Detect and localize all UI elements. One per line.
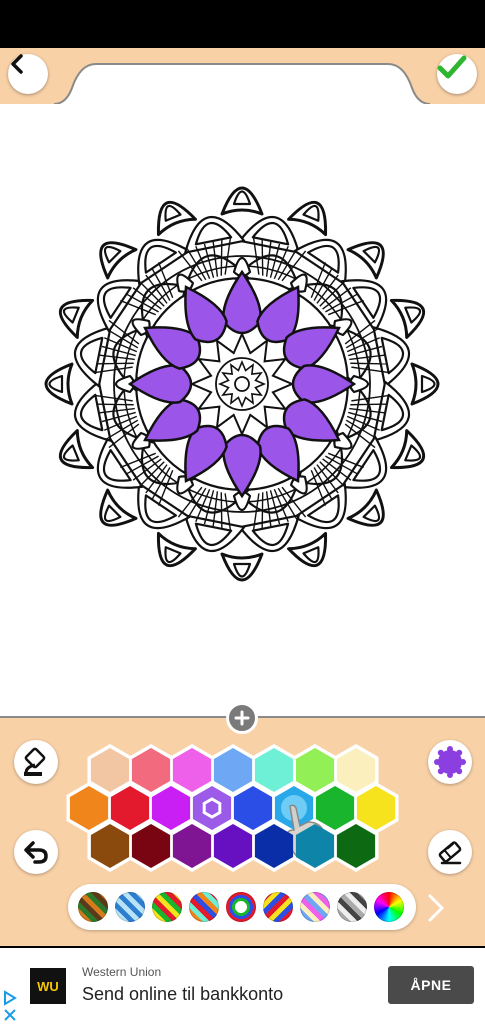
pattern-swatch-striped-multi[interactable] bbox=[189, 892, 219, 922]
color-palette bbox=[66, 744, 399, 872]
eraser-icon bbox=[438, 841, 462, 865]
ad-advertiser: Western Union bbox=[82, 965, 162, 979]
pattern-swatch-color-wheel[interactable] bbox=[374, 892, 404, 922]
ad-choices-icon[interactable] bbox=[2, 988, 18, 1022]
fill-tool-button[interactable] bbox=[14, 740, 58, 784]
coloring-canvas[interactable] bbox=[0, 104, 485, 716]
done-button[interactable] bbox=[437, 54, 477, 94]
zoom-button[interactable] bbox=[226, 702, 258, 734]
advertiser-logo: WU bbox=[30, 968, 66, 1004]
undo-icon bbox=[24, 841, 48, 864]
pattern-swatch-striped-pink[interactable] bbox=[300, 892, 330, 922]
status-bar bbox=[0, 0, 485, 48]
pattern-swatch-diagonal-rainbow[interactable] bbox=[263, 892, 293, 922]
eraser-button[interactable] bbox=[428, 830, 472, 874]
plus-icon bbox=[234, 710, 250, 726]
pattern-swatch-striped-grey[interactable] bbox=[337, 892, 367, 922]
gear-color-icon bbox=[434, 746, 466, 778]
top-bar bbox=[0, 48, 485, 104]
back-button[interactable] bbox=[8, 54, 48, 94]
pattern-swatch-striped-blue[interactable] bbox=[115, 892, 145, 922]
checkmark-icon bbox=[437, 55, 467, 79]
ad-headline[interactable]: Send online til bankkonto bbox=[82, 984, 283, 1005]
pattern-strip bbox=[68, 884, 416, 930]
pattern-swatch-striped-rainbow[interactable] bbox=[152, 892, 182, 922]
color-picker-button[interactable] bbox=[428, 740, 472, 784]
ad-open-button[interactable]: ÅPNE bbox=[388, 966, 474, 1004]
undo-button[interactable] bbox=[14, 830, 58, 874]
pattern-swatch-rings-rainbow[interactable] bbox=[226, 892, 256, 922]
mandala-artwork[interactable] bbox=[0, 104, 485, 716]
chevron-right-icon[interactable] bbox=[424, 892, 448, 924]
chevron-left-icon bbox=[11, 54, 23, 74]
paint-bucket-icon bbox=[24, 747, 46, 776]
pattern-swatch-striped-brown[interactable] bbox=[78, 892, 108, 922]
